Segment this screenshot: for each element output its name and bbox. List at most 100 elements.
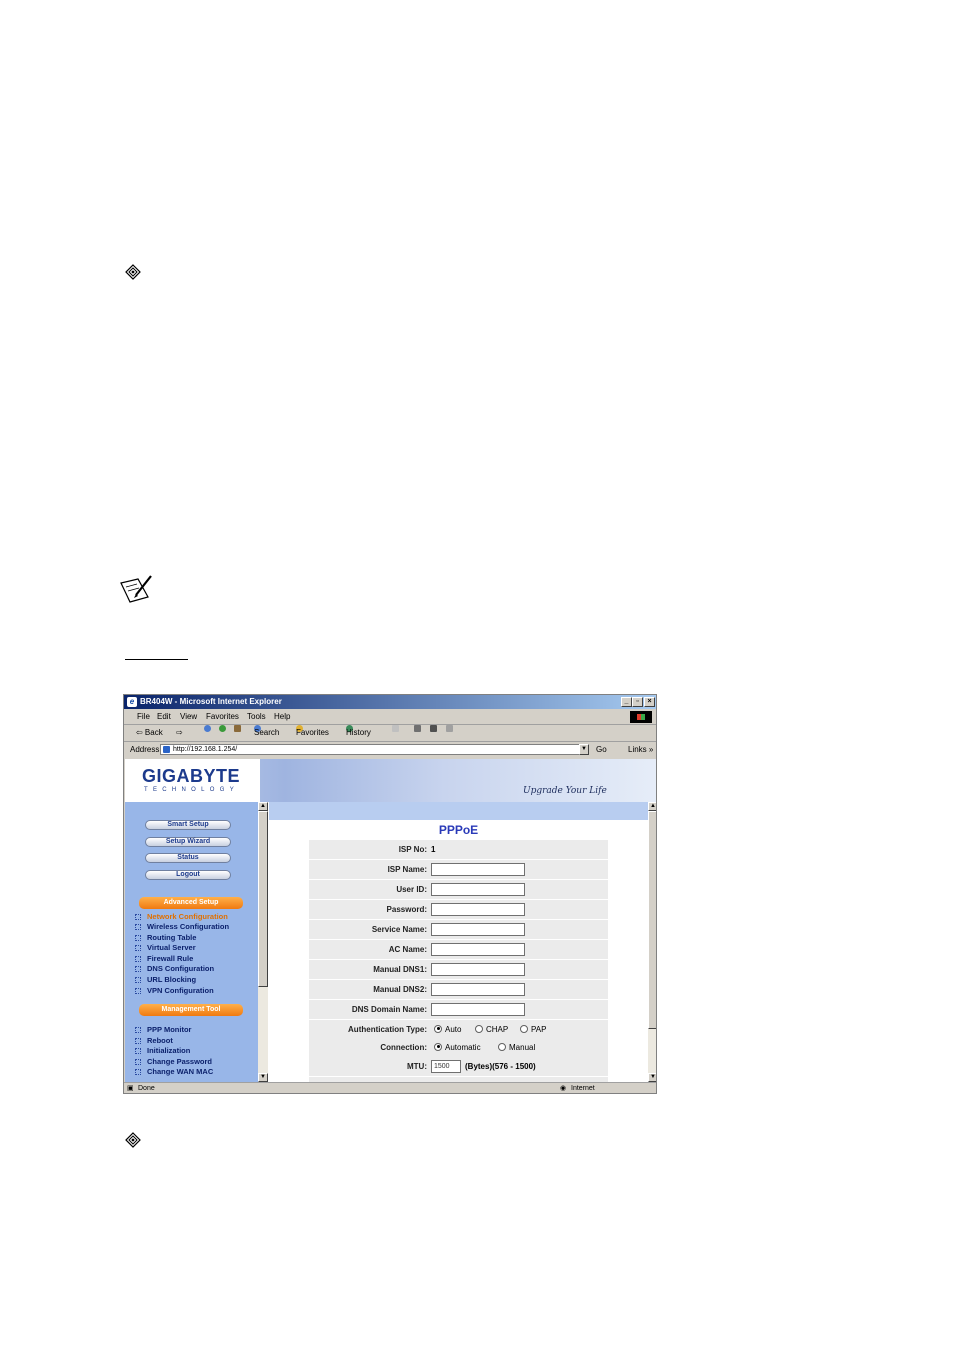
domain-input[interactable] [431, 1003, 525, 1016]
isp-name-input[interactable] [431, 863, 525, 876]
dns1-input[interactable] [431, 963, 525, 976]
diamond-bullet-icon [125, 264, 141, 280]
logo-area: GIGABYTE TECHNOLOGY [125, 759, 260, 802]
isp-name-label: ISP Name: [387, 865, 427, 874]
service-name-input[interactable] [431, 923, 525, 936]
windows-logo-icon [630, 711, 652, 723]
status-text: Done [138, 1085, 155, 1092]
menu-help[interactable]: Help [274, 710, 290, 724]
service-name-label: Service Name: [371, 925, 427, 934]
section-underline [125, 659, 188, 660]
scroll-thumb[interactable] [648, 811, 656, 1029]
mtu-label: MTU: [407, 1062, 427, 1071]
nav-network-configuration[interactable]: Network Configuration [135, 912, 228, 922]
connection-automatic-radio[interactable]: Automatic [434, 1038, 481, 1057]
form-row-user-id: User ID: [309, 880, 608, 899]
status-button[interactable]: Status [145, 853, 231, 863]
status-bar: ▣ Done ◉ Internet [124, 1082, 656, 1093]
page-status-icon: ▣ [127, 1085, 134, 1092]
nav-reboot[interactable]: Reboot [135, 1036, 173, 1046]
title-bar: e BR404W - Microsoft Internet Explorer _… [124, 695, 656, 709]
form-row-service-name: Service Name: [309, 920, 608, 939]
banner: GIGABYTE TECHNOLOGY Upgrade Your Life [125, 759, 656, 802]
internet-zone-icon: ◉ [560, 1085, 567, 1092]
scroll-down-arrow-icon[interactable]: ▼ [648, 1073, 656, 1082]
menu-tools[interactable]: Tools [247, 710, 266, 724]
menu-view[interactable]: View [180, 710, 197, 724]
sidebar-scrollbar[interactable]: ▲ ▼ [258, 802, 268, 1082]
form-row-auth: Authentication Type: Auto CHAP PAP [309, 1020, 608, 1039]
toolbar: ⇦ Back ⇨ Search Favorites History [124, 725, 656, 742]
management-tool-header: Management Tool [139, 1004, 243, 1016]
nav-dns-configuration[interactable]: DNS Configuration [135, 964, 214, 974]
connection-label: Connection: [380, 1043, 427, 1052]
form-row-password: Password: [309, 900, 608, 919]
nav-wireless-configuration[interactable]: Wireless Configuration [135, 922, 229, 932]
mtu-input[interactable]: 1500 [431, 1060, 461, 1073]
form-row-isp-no: ISP No: 1 [309, 840, 608, 859]
back-button[interactable]: ⇦ Back [136, 725, 163, 741]
smart-setup-button[interactable]: Smart Setup [145, 820, 231, 830]
connection-manual-radio[interactable]: Manual [498, 1038, 535, 1057]
nav-virtual-server[interactable]: Virtual Server [135, 943, 196, 953]
advanced-setup-header: Advanced Setup [139, 897, 243, 909]
form-row-dns2: Manual DNS2: [309, 980, 608, 999]
auth-auto-radio[interactable]: Auto [434, 1020, 461, 1039]
browser-window: e BR404W - Microsoft Internet Explorer _… [123, 694, 657, 1094]
sidebar: Smart Setup Setup Wizard Status Logout A… [125, 802, 258, 1082]
nav-initialization[interactable]: Initialization [135, 1046, 190, 1056]
dns2-input[interactable] [431, 983, 525, 996]
address-input[interactable]: http://192.168.1.254/ [160, 744, 588, 755]
close-button[interactable]: × [644, 697, 655, 707]
auth-pap-radio[interactable]: PAP [520, 1020, 546, 1039]
main-header-strip [269, 802, 648, 820]
address-dropdown-button[interactable]: ▼ [579, 744, 589, 755]
note-pencil-icon [120, 575, 152, 603]
minimize-button[interactable]: _ [621, 697, 632, 707]
dns2-label: Manual DNS2: [373, 985, 427, 994]
ac-name-label: AC Name: [388, 945, 427, 954]
logout-button[interactable]: Logout [145, 870, 231, 880]
scroll-down-arrow-icon[interactable]: ▼ [258, 1073, 268, 1082]
isp-no-value: 1 [431, 845, 436, 854]
setup-wizard-button[interactable]: Setup Wizard [145, 837, 231, 847]
logo-subtitle: TECHNOLOGY [144, 787, 240, 793]
maximize-button[interactable]: ▫ [632, 697, 643, 707]
scroll-up-arrow-icon[interactable]: ▲ [648, 802, 656, 811]
form-row-mtu: MTU: 1500 (Bytes)(576 - 1500) [309, 1057, 608, 1076]
scroll-thumb[interactable] [258, 811, 268, 987]
form-row-domain: DNS Domain Name: [309, 1000, 608, 1019]
form-row-ac-name: AC Name: [309, 940, 608, 959]
menu-file[interactable]: File [137, 710, 150, 724]
nav-vpn-configuration[interactable]: VPN Configuration [135, 986, 214, 996]
nav-change-password[interactable]: Change Password [135, 1057, 212, 1067]
form-row-isp-name: ISP Name: [309, 860, 608, 879]
nav-ppp-monitor[interactable]: PPP Monitor [135, 1025, 191, 1035]
ie-icon: e [127, 697, 137, 707]
go-button[interactable]: Go [596, 742, 607, 757]
address-bar: Address http://192.168.1.254/ ▼ Go Links… [124, 742, 656, 757]
diamond-bullet-icon [125, 1132, 141, 1148]
dns1-label: Manual DNS1: [373, 965, 427, 974]
nav-routing-table[interactable]: Routing Table [135, 933, 196, 943]
zone-text: Internet [571, 1085, 595, 1092]
menu-bar: File Edit View Favorites Tools Help [124, 710, 656, 725]
password-input[interactable] [431, 903, 525, 916]
menu-edit[interactable]: Edit [157, 710, 171, 724]
nav-change-wan-mac[interactable]: Change WAN MAC [135, 1067, 213, 1077]
page-content: GIGABYTE TECHNOLOGY Upgrade Your Life Sm… [125, 759, 656, 1082]
domain-label: DNS Domain Name: [351, 1005, 427, 1014]
main-scrollbar[interactable]: ▲ ▼ [648, 802, 656, 1082]
address-label: Address [130, 745, 160, 754]
auth-chap-radio[interactable]: CHAP [475, 1020, 508, 1039]
nav-url-blocking[interactable]: URL Blocking [135, 975, 196, 985]
scroll-up-arrow-icon[interactable]: ▲ [258, 802, 268, 811]
nav-firewall-rule[interactable]: Firewall Rule [135, 954, 193, 964]
forward-button[interactable]: ⇨ [176, 725, 183, 741]
user-id-input[interactable] [431, 883, 525, 896]
page-icon [163, 746, 170, 753]
menu-favorites[interactable]: Favorites [206, 710, 239, 724]
links-button[interactable]: Links » [628, 742, 653, 757]
ac-name-input[interactable] [431, 943, 525, 956]
slogan: Upgrade Your Life [523, 786, 607, 796]
